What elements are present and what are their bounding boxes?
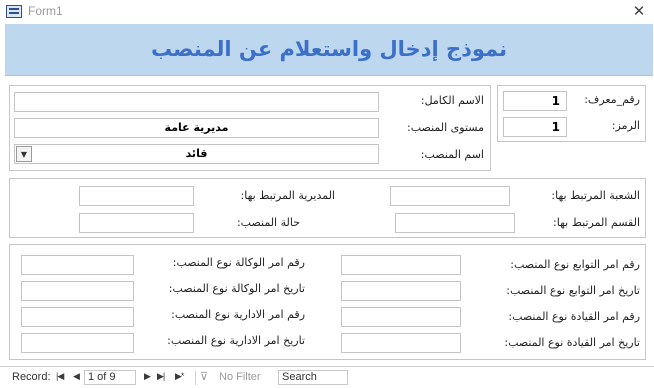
form-body: رقم_معرف: 1 الرمز: 1 الاسم الكامل: مستوى…	[5, 76, 653, 366]
admin-order-date-label: تاريخ امر الادارية نوع المنصب:	[167, 334, 305, 347]
command-order-no-label: رقم امر القيادة نوع المنصب:	[508, 310, 640, 323]
form-icon	[6, 5, 22, 18]
navigator-divider	[195, 371, 196, 385]
full-name-label: الاسم الكامل:	[420, 94, 484, 107]
window-titlebar: Form1 ✕	[0, 0, 654, 24]
directorate-field[interactable]	[79, 186, 194, 206]
command-order-no-field[interactable]	[341, 307, 461, 327]
identity-section: رقم_معرف: 1 الرمز: 1	[497, 85, 646, 142]
record-navigator: Record: |◀ ◀ 1 of 9 ▶ ▶| ▶* ⊽ No Filter …	[0, 366, 654, 388]
command-order-date-field[interactable]	[341, 333, 461, 353]
record-label: Record:	[12, 371, 51, 383]
current-record-field[interactable]: 1 of 9	[84, 370, 136, 385]
branch-label: الشعبة المرتبط بها:	[551, 189, 640, 202]
no-filter-button[interactable]: No Filter	[219, 371, 261, 383]
id-label: رقم_معرف:	[584, 93, 640, 106]
code-label: الرمز:	[611, 119, 640, 132]
agency-order-no-label: رقم امر الوكالة نوع المنصب:	[172, 256, 305, 269]
admin-order-no-field[interactable]	[21, 307, 134, 327]
department-label: القسم المرتبط بها:	[553, 216, 640, 229]
form-title: نموذج إدخال واستعلام عن المنصب	[150, 37, 508, 61]
affiliates-order-date-label: تاريخ امر التوابع نوع المنصب:	[506, 284, 640, 297]
next-record-icon[interactable]: ▶	[144, 371, 151, 382]
position-name-value: قائد	[185, 147, 208, 160]
previous-record-icon[interactable]: ◀	[73, 371, 80, 382]
affiliates-order-date-field[interactable]	[341, 281, 461, 301]
last-record-icon[interactable]: ▶|	[157, 371, 165, 382]
directorate-label: المديرية المرتبط بها:	[240, 189, 335, 202]
branch-field[interactable]	[390, 186, 510, 206]
form-header: نموذج إدخال واستعلام عن المنصب	[5, 24, 653, 76]
affiliates-order-no-label: رقم امر التوابع نوع المنصب:	[510, 258, 640, 271]
department-field[interactable]	[395, 213, 515, 233]
orders-section: رقم امر التوابع نوع المنصب: رقم امر الوك…	[9, 244, 646, 360]
id-field[interactable]: 1	[503, 91, 567, 111]
chevron-down-icon[interactable]: ▼	[16, 146, 32, 162]
agency-order-date-label: تاريخ امر الوكالة نوع المنصب:	[168, 282, 305, 295]
position-name-combobox[interactable]: ▼ قائد	[14, 144, 379, 164]
agency-order-date-field[interactable]	[21, 281, 134, 301]
linkage-section: الشعبة المرتبط بها: المديرية المرتبط بها…	[9, 178, 646, 238]
command-order-date-label: تاريخ امر القيادة نوع المنصب:	[504, 336, 640, 349]
code-field[interactable]: 1	[503, 117, 567, 137]
status-label: حالة المنصب:	[236, 216, 300, 229]
level-label: مستوى المنصب:	[407, 121, 484, 134]
search-input[interactable]: Search	[278, 370, 348, 385]
full-name-field[interactable]	[14, 92, 379, 112]
position-info-section: الاسم الكامل: مستوى المنصب: مديرية عامة …	[9, 85, 491, 171]
position-name-label: اسم المنصب:	[420, 148, 484, 161]
status-field[interactable]	[79, 213, 194, 233]
filter-icon: ⊽	[200, 371, 209, 383]
new-record-icon[interactable]: ▶*	[175, 371, 184, 382]
admin-order-no-label: رقم امر الادارية نوع المنصب:	[171, 308, 305, 321]
agency-order-no-field[interactable]	[21, 255, 134, 275]
first-record-icon[interactable]: |◀	[56, 371, 64, 382]
level-field[interactable]: مديرية عامة	[14, 118, 379, 138]
affiliates-order-no-field[interactable]	[341, 255, 461, 275]
window-title: Form1	[28, 4, 63, 18]
admin-order-date-field[interactable]	[21, 333, 134, 353]
close-icon[interactable]: ✕	[628, 1, 650, 21]
